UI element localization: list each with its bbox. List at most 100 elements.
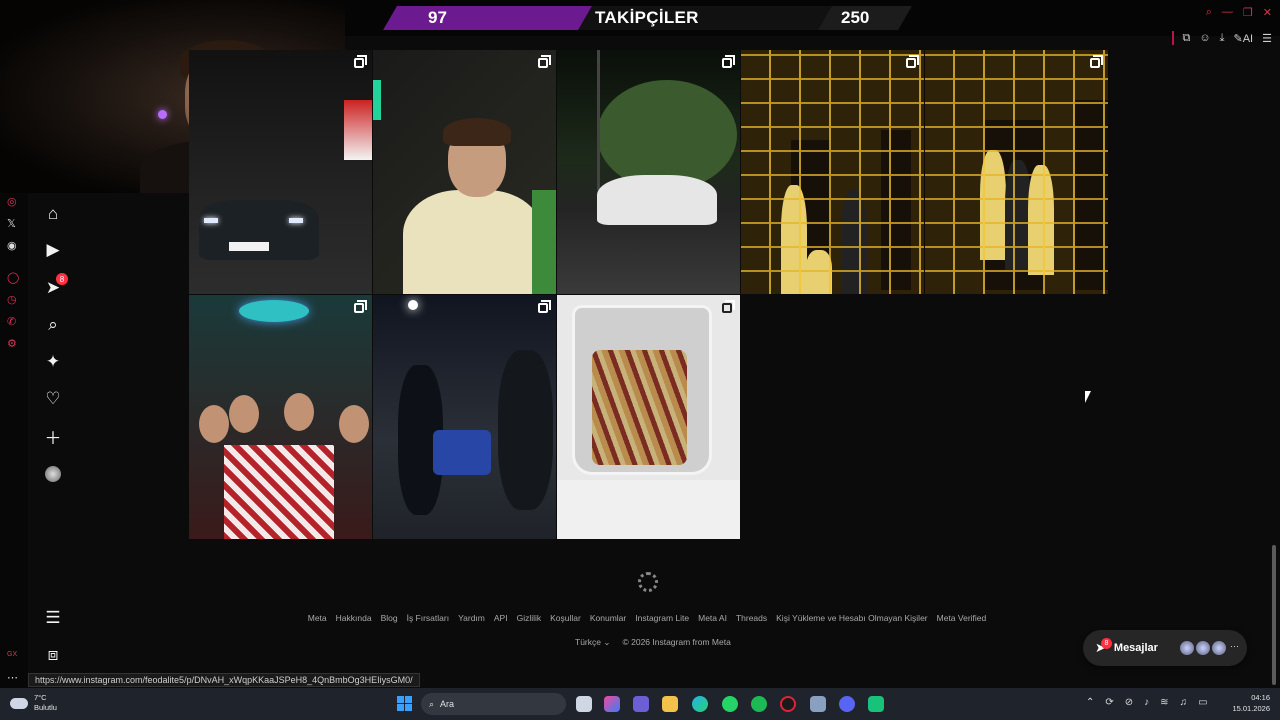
app-icon[interactable] — [810, 696, 826, 712]
scrollbar-thumb[interactable] — [1272, 545, 1276, 685]
taskbar-search[interactable]: ⌕ Ara — [421, 693, 566, 715]
gx-icon[interactable]: GX — [7, 651, 17, 658]
microphone-icon[interactable]: ♪ — [1144, 697, 1149, 708]
taskbar-clock[interactable]: 04:16 15.01.2026 — [1228, 692, 1270, 714]
footer-bottom: Türkçe ⌄ © 2026 Instagram from Meta — [575, 637, 731, 648]
follower-title: TAKİPÇİLER — [595, 8, 699, 27]
search-icon[interactable]: ⌕ — [1206, 6, 1212, 19]
clock-icon[interactable]: ◷ — [7, 293, 17, 306]
chevron-down-icon: ⌄ — [603, 637, 611, 647]
footer-link[interactable]: Instagram Lite — [635, 613, 689, 623]
battery-icon[interactable]: ▭ — [1198, 697, 1207, 708]
footer-link[interactable]: Koşullar — [550, 613, 581, 623]
plus-icon[interactable]: ＋ — [42, 425, 64, 448]
post-tile[interactable] — [189, 295, 372, 539]
footer-link[interactable]: Hakkında — [336, 613, 372, 623]
whatsapp-icon[interactable]: ✆ — [7, 315, 16, 328]
spotify-icon[interactable] — [751, 696, 767, 712]
post-tile[interactable] — [373, 295, 556, 539]
footer-link[interactable]: İş Fırsatları — [407, 613, 450, 623]
circle-icon[interactable]: ◯ — [7, 271, 19, 284]
hamburger-icon[interactable]: ☰ — [1262, 32, 1272, 45]
heart-icon[interactable]: ♡ — [42, 388, 64, 410]
footer-link[interactable]: Threads — [736, 613, 767, 623]
post-tile[interactable] — [189, 50, 372, 294]
footer-link[interactable]: API — [494, 613, 508, 623]
carousel-icon — [538, 55, 551, 68]
footer-link[interactable]: Meta — [308, 613, 327, 623]
carousel-icon — [722, 55, 735, 68]
page-scrollbar[interactable] — [1271, 50, 1277, 686]
post-tile[interactable] — [557, 295, 740, 539]
post-tile[interactable] — [741, 50, 924, 294]
footer-link[interactable]: Meta AI — [698, 613, 727, 623]
follower-goal-overlay: 97 TAKİPÇİLER 250 — [345, 0, 1280, 36]
carousel-icon — [1090, 55, 1103, 68]
close-icon[interactable]: ✕ — [1263, 6, 1272, 19]
language-select[interactable]: Türkçe ⌄ — [575, 637, 610, 648]
home-icon[interactable]: ⌂ — [42, 203, 64, 225]
edge-icon[interactable] — [692, 696, 708, 712]
footer-link[interactable]: Blog — [381, 613, 398, 623]
app-icon[interactable] — [868, 696, 884, 712]
meta-apps-icon[interactable]: ⧈ — [42, 644, 64, 666]
whatsapp-icon[interactable] — [722, 696, 738, 712]
teams-icon[interactable] — [633, 696, 649, 712]
footer-link[interactable]: Gizlilik — [517, 613, 542, 623]
reels-icon[interactable]: ▶ — [42, 239, 64, 261]
loading-spinner — [638, 572, 658, 592]
x-icon[interactable]: 𝕏 — [7, 217, 16, 230]
compass-icon[interactable]: ✦ — [42, 351, 64, 373]
carousel-icon — [538, 300, 551, 313]
settings-icon[interactable]: ⚙ — [7, 337, 17, 350]
profile-avatar[interactable] — [42, 463, 64, 485]
instagram-icon[interactable]: ◎ — [7, 195, 17, 208]
carousel-icon — [354, 55, 367, 68]
sync-icon[interactable]: ⟳ — [1105, 697, 1113, 708]
messenger-icon[interactable]: ➤ 8 — [42, 273, 68, 299]
post-tile[interactable] — [557, 50, 740, 294]
carousel-icon — [906, 55, 919, 68]
footer-link[interactable]: Konumlar — [590, 613, 626, 623]
notification-off-icon[interactable]: ⊘ — [1125, 697, 1133, 708]
discord-icon[interactable]: ◉ — [7, 239, 17, 252]
profile-icon[interactable]: ☺ — [1199, 32, 1210, 44]
more-icon[interactable]: ⋯ — [7, 671, 18, 684]
footer-link[interactable]: Meta Verified — [937, 613, 987, 623]
search-icon[interactable]: ⌕ — [42, 314, 64, 336]
task-view-icon[interactable] — [576, 696, 592, 712]
windows-start-icon[interactable] — [397, 696, 412, 711]
follower-goal: 250 — [841, 8, 870, 27]
ai-button[interactable]: ✎AI — [1234, 32, 1254, 45]
restore-icon[interactable]: ❐ — [1243, 6, 1253, 19]
chevron-up-icon[interactable]: ⌃ — [1086, 697, 1094, 708]
status-url: https://www.instagram.com/feodalite5/p/D… — [28, 673, 420, 687]
window-controls: ⌕ — ❐ ✕ — [1206, 6, 1272, 19]
extensions-icon[interactable]: ⧉ — [1183, 32, 1191, 45]
windows-taskbar: 7°C Bulutlu ⌕ Ara ⌃ ⟳ ⊘ ♪ ≋ ♫ ▭ 04:16 15… — [0, 688, 1280, 720]
date: 15.01.2026 — [1232, 704, 1270, 713]
wifi-icon[interactable]: ≋ — [1160, 697, 1168, 708]
footer-link[interactable]: Yardım — [458, 613, 485, 623]
messages-label: Mesajlar — [1113, 642, 1158, 654]
discord-icon[interactable] — [839, 696, 855, 712]
weather-widget[interactable]: 7°C Bulutlu — [10, 693, 57, 713]
post-tile[interactable] — [373, 50, 556, 294]
opera-gx-icon[interactable] — [780, 696, 796, 712]
search-placeholder: Ara — [440, 699, 455, 709]
avatar — [1196, 641, 1210, 655]
cloud-icon — [10, 697, 28, 709]
language-label: Türkçe — [575, 637, 601, 647]
copilot-icon[interactable] — [604, 696, 620, 712]
volume-icon[interactable]: ♫ — [1180, 697, 1188, 708]
messages-badge: 8 — [56, 273, 68, 285]
more-icon: ⋯ — [1230, 641, 1239, 651]
file-explorer-icon[interactable] — [662, 696, 678, 712]
footer-link[interactable]: Kişi Yükleme ve Hesabı Olmayan Kişiler — [776, 613, 928, 623]
post-tile[interactable] — [925, 50, 1108, 294]
weather-condition: Bulutlu — [34, 703, 57, 712]
messages-avatars: ⋯ — [1180, 641, 1239, 655]
download-icon[interactable]: ⤓ — [1220, 32, 1225, 45]
minimize-icon[interactable]: — — [1222, 6, 1233, 19]
mouse-cursor — [1085, 391, 1091, 403]
